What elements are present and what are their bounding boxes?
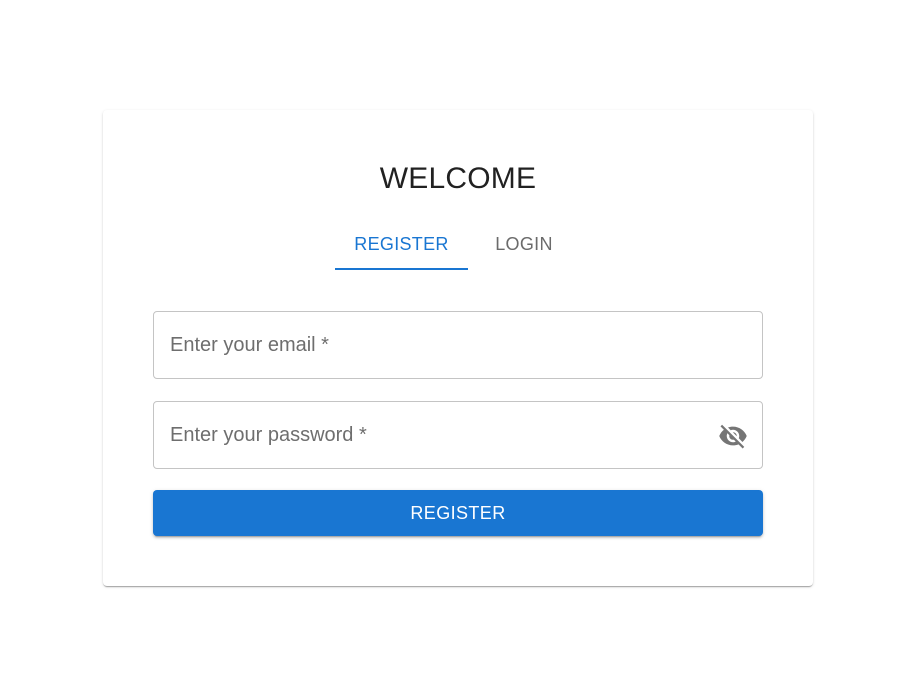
toggle-password-visibility-button[interactable] [716, 419, 750, 453]
auth-tabs: REGISTER LOGIN [335, 218, 580, 270]
password-field [153, 401, 763, 469]
email-field [153, 311, 763, 379]
tab-login[interactable]: LOGIN [468, 218, 580, 270]
active-tab-indicator [335, 268, 468, 270]
tab-register-label: REGISTER [354, 233, 449, 254]
password-input[interactable] [154, 402, 762, 468]
register-button[interactable]: REGISTER [153, 490, 763, 536]
tab-register[interactable]: REGISTER [335, 218, 468, 270]
tab-login-label: LOGIN [495, 233, 553, 254]
email-input[interactable] [154, 312, 762, 378]
visibility-off-icon [719, 424, 747, 449]
page-title: WELCOME [379, 162, 537, 195]
auth-card: WELCOME REGISTER LOGIN REGISTER [103, 110, 813, 586]
